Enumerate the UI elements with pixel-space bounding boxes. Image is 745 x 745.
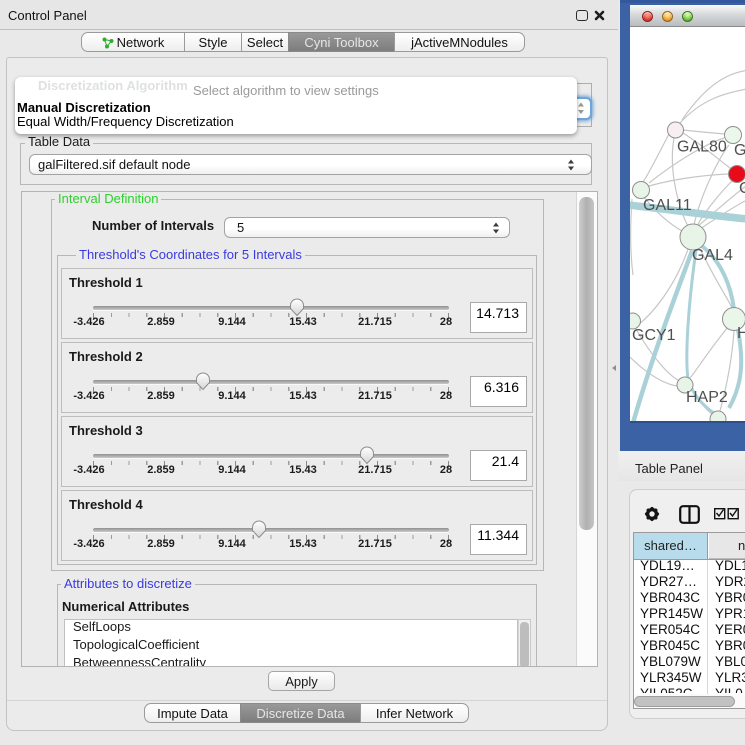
svg-text:C: C: [739, 180, 745, 197]
svg-text:GAL11: GAL11: [643, 197, 692, 214]
svg-text:GA: GA: [734, 142, 745, 159]
svg-text:HAP2: HAP2: [686, 389, 728, 406]
svg-text:H: H: [737, 325, 745, 342]
svg-text:GCY1: GCY1: [632, 327, 676, 344]
svg-text:GAL4: GAL4: [692, 247, 733, 264]
svg-text:GAL80: GAL80: [677, 139, 727, 156]
